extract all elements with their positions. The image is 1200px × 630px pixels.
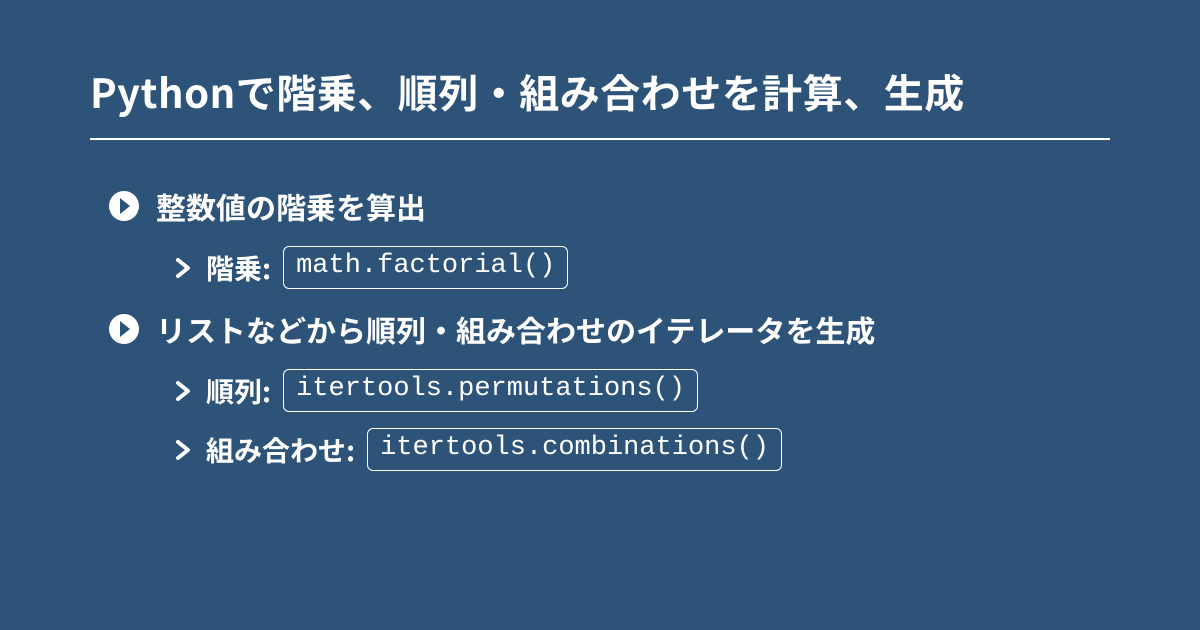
chevron-icon xyxy=(174,381,194,401)
chevron-icon xyxy=(174,440,194,460)
chevron-circle-icon xyxy=(108,190,140,222)
section-heading: リストなどから順列・組み合わせのイテレータを生成 xyxy=(90,297,1110,361)
chevron-icon xyxy=(174,258,194,278)
code-snippet: itertools.combinations() xyxy=(367,428,782,471)
section-heading: 整数値の階乗を算出 xyxy=(90,174,1110,238)
content-list: 整数値の階乗を算出 階乗: math.factorial() リストなどから順列… xyxy=(90,140,1110,479)
item-label: 組み合わせ: xyxy=(206,430,355,470)
list-item: 順列: itertools.permutations() xyxy=(90,361,1110,420)
item-label: 階乗: xyxy=(206,248,271,288)
page-title: Pythonで階乗、順列・組み合わせを計算、生成 xyxy=(90,62,1110,140)
list-item: 組み合わせ: itertools.combinations() xyxy=(90,420,1110,479)
chevron-circle-icon xyxy=(108,313,140,345)
section-heading-text: 整数値の階乗を算出 xyxy=(156,184,426,228)
item-label: 順列: xyxy=(206,371,271,411)
section-heading-text: リストなどから順列・組み合わせのイテレータを生成 xyxy=(156,307,875,351)
code-snippet: math.factorial() xyxy=(283,246,568,289)
list-item: 階乗: math.factorial() xyxy=(90,238,1110,297)
code-snippet: itertools.permutations() xyxy=(283,369,698,412)
